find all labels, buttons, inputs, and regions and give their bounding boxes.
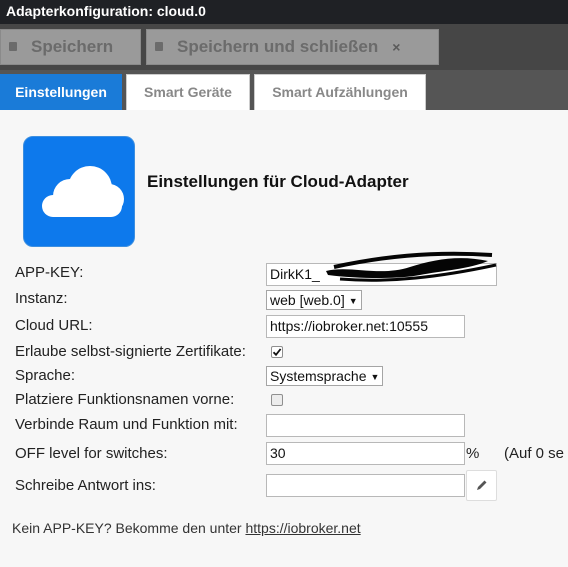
- toolbar: Speichern Speichern und schließen ×: [0, 24, 568, 70]
- floppy-icon: [9, 41, 17, 51]
- save-and-close-label: Speichern und schließen: [177, 37, 379, 56]
- language-label: Sprache:: [15, 367, 76, 384]
- instance-select[interactable]: web [web.0] ▼: [266, 290, 362, 310]
- concat-word-label: Verbinde Raum und Funktion mit:: [15, 416, 238, 433]
- settings-panel: Einstellungen für Cloud-Adapter APP-KEY:…: [0, 110, 568, 567]
- app-key-label: APP-KEY:: [15, 264, 84, 281]
- function-first-label: Platziere Funktionsnamen vorne:: [15, 391, 235, 408]
- cloud-url-input[interactable]: https://iobroker.net:10555: [266, 315, 465, 338]
- response-to-input[interactable]: [266, 474, 465, 497]
- window-title: Adapterkonfiguration: cloud.0: [0, 0, 568, 24]
- cloud-url-value: https://iobroker.net:10555: [270, 318, 428, 334]
- function-first-checkbox[interactable]: [271, 394, 283, 406]
- footer-text: Kein APP-KEY? Bekomme den unter: [12, 520, 246, 536]
- pencil-icon: [477, 480, 487, 490]
- response-to-label: Schreibe Antwort ins:: [15, 477, 156, 494]
- footer-note: Kein APP-KEY? Bekomme den unter https://…: [12, 520, 361, 536]
- floppy-icon: [155, 41, 163, 51]
- edit-button[interactable]: [466, 470, 497, 501]
- off-level-input[interactable]: 30: [266, 442, 465, 465]
- tab-smart-geraete[interactable]: Smart Geräte: [126, 74, 250, 110]
- percent-unit: %: [466, 445, 480, 462]
- redaction-scribble: [326, 251, 497, 282]
- footer-link[interactable]: https://iobroker.net: [245, 520, 360, 536]
- self-signed-checkbox[interactable]: [271, 346, 283, 358]
- tab-smart-aufzaehlungen[interactable]: Smart Aufzählungen: [254, 74, 426, 110]
- save-button-label: Speichern: [31, 37, 114, 56]
- checkmark-icon: [272, 348, 282, 357]
- save-button[interactable]: Speichern: [0, 29, 141, 65]
- tab-einstellungen[interactable]: Einstellungen: [0, 74, 122, 110]
- cloud-icon: [42, 166, 124, 217]
- concat-word-input[interactable]: [266, 414, 465, 437]
- save-and-close-button[interactable]: Speichern und schließen ×: [146, 29, 439, 65]
- off-level-value: 30: [270, 445, 286, 461]
- off-level-label: OFF level for switches:: [15, 445, 168, 462]
- language-value: Systemsprache: [270, 368, 367, 384]
- tab-bar: Einstellungen Smart Geräte Smart Aufzähl…: [0, 70, 568, 110]
- off-level-hint: (Auf 0 se: [504, 445, 565, 462]
- language-select[interactable]: Systemsprache ▼: [266, 366, 384, 386]
- close-icon[interactable]: ×: [392, 30, 400, 64]
- cloud-url-label: Cloud URL:: [15, 317, 93, 334]
- cloud-logo: [23, 136, 135, 247]
- self-signed-label: Erlaube selbst-signierte Zertifikate:: [15, 343, 246, 360]
- dropdown-arrow-icon: ▼: [348, 296, 358, 306]
- app-key-value: DirkK1_: [270, 266, 320, 282]
- dropdown-arrow-icon: ▼: [370, 372, 380, 382]
- instance-label: Instanz:: [15, 290, 68, 307]
- instance-value: web [web.0]: [270, 292, 345, 308]
- page-heading: Einstellungen für Cloud-Adapter: [147, 172, 409, 191]
